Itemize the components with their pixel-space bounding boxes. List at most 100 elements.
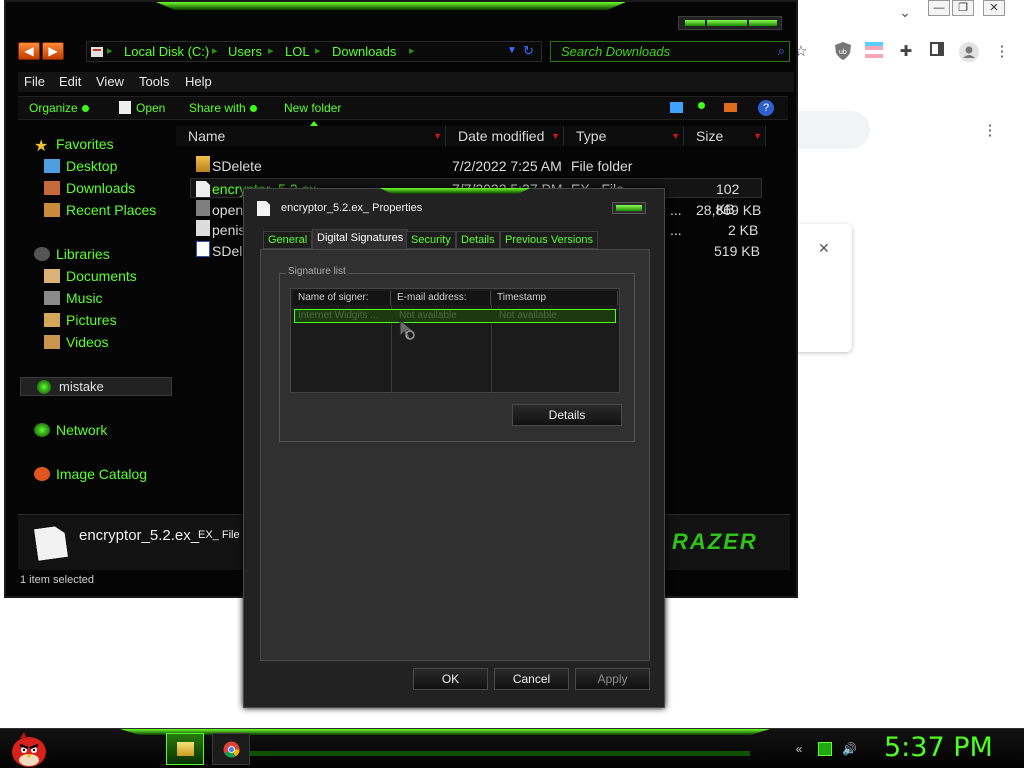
forward-button[interactable]: ▶ xyxy=(42,42,64,60)
sidebar-downloads[interactable]: Downloads xyxy=(44,178,135,198)
ublock-shield-icon[interactable]: ub xyxy=(833,42,853,62)
organize-button[interactable]: Organize xyxy=(29,101,89,115)
sig-col-timestamp[interactable]: Timestamp xyxy=(492,291,618,305)
column-name[interactable]: Name ▼ xyxy=(176,126,446,146)
razer-logo-watermark: RAZER xyxy=(672,529,758,554)
taskbar: « 🔊 xyxy=(0,728,1024,768)
column-type[interactable]: Type ▼ xyxy=(564,126,684,146)
menu-help[interactable]: Help xyxy=(185,74,212,89)
titlebar-glow xyxy=(156,2,626,10)
ntp-search-box[interactable] xyxy=(797,111,870,149)
tab-digital-signatures[interactable]: Digital Signatures xyxy=(312,229,409,250)
sig-col-email[interactable]: E-mail address: xyxy=(392,291,491,305)
taskbar-chrome-button[interactable] xyxy=(212,733,250,765)
close-button[interactable]: ✕ xyxy=(983,0,1005,16)
minimize-button[interactable] xyxy=(685,20,705,26)
signature-list[interactable]: Name of signer: E-mail address: Timestam… xyxy=(290,288,620,393)
breadcrumb-downloads[interactable]: Downloads xyxy=(332,44,396,59)
search-icon[interactable]: ⌕ xyxy=(778,43,785,59)
tab-details[interactable]: Details xyxy=(456,231,500,249)
command-bar: Organize Open Share with New folder ? xyxy=(18,96,788,120)
search-input[interactable] xyxy=(551,42,761,61)
chrome-menu-icon[interactable]: ⋮ xyxy=(992,42,1012,62)
menu-file[interactable]: File xyxy=(24,74,45,89)
maximize-button[interactable] xyxy=(707,20,747,26)
column-size[interactable]: Size ▼ xyxy=(684,126,766,146)
sidebar-desktop[interactable]: Desktop xyxy=(44,156,117,176)
new-folder-button[interactable]: New folder xyxy=(284,101,341,115)
menu-edit[interactable]: Edit xyxy=(59,74,81,89)
documents-icon xyxy=(44,269,60,283)
tab-general[interactable]: General xyxy=(263,231,313,249)
volume-icon[interactable]: 🔊 xyxy=(842,742,857,756)
sort-arrow-icon xyxy=(310,121,318,126)
sig-col-signer[interactable]: Name of signer: xyxy=(293,291,391,305)
chrome-titlebar: ⌄ — ❐ ✕ xyxy=(797,0,1024,32)
dialog-close-button[interactable] xyxy=(612,202,646,214)
preview-pane-icon[interactable] xyxy=(724,103,737,112)
breadcrumb-lol[interactable]: LOL xyxy=(285,44,310,59)
sidebar-network[interactable]: Network xyxy=(34,420,107,440)
sidebar-libraries[interactable]: Libraries xyxy=(34,244,110,264)
sidebar-music[interactable]: Music xyxy=(44,288,103,308)
account-avatar-icon[interactable] xyxy=(959,42,979,62)
folder-icon xyxy=(177,742,194,756)
libraries-icon xyxy=(34,247,50,261)
ntp-notice-card: ✕ xyxy=(797,224,852,352)
menu-view[interactable]: View xyxy=(96,74,124,89)
desktop-icon xyxy=(44,159,60,173)
sidebar-image-catalog[interactable]: Image Catalog xyxy=(34,464,147,484)
close-button[interactable] xyxy=(749,20,777,26)
details-button[interactable]: Details xyxy=(512,404,622,426)
properties-dialog: encryptor_5.2.ex_ Properties General Dig… xyxy=(243,188,665,708)
chrome-icon xyxy=(223,741,240,758)
breadcrumb-local-disk[interactable]: Local Disk (C:) xyxy=(124,44,209,59)
view-options-icon[interactable] xyxy=(670,102,683,113)
sidebar-pictures[interactable]: Pictures xyxy=(44,310,117,330)
side-panel-icon[interactable] xyxy=(927,42,947,62)
address-bar[interactable]: ▸ Local Disk (C:) ▸ Users ▸ LOL ▸ Downlo… xyxy=(86,41,542,62)
downloads-folder-icon xyxy=(44,181,60,195)
ok-button[interactable]: OK xyxy=(413,668,488,690)
tab-previous-versions[interactable]: Previous Versions xyxy=(500,231,599,249)
breadcrumb-users[interactable]: Users xyxy=(228,44,262,59)
cancel-button[interactable]: Cancel xyxy=(494,668,569,690)
sidebar-videos[interactable]: Videos xyxy=(44,332,109,352)
view-dropdown-icon[interactable] xyxy=(698,102,705,109)
search-box[interactable]: ⌕ xyxy=(550,41,790,62)
menu-tools[interactable]: Tools xyxy=(139,74,169,89)
homegroup-icon xyxy=(37,380,51,394)
group-label: Signature list xyxy=(286,266,348,277)
signature-row[interactable]: Internet Widgits ... Not available Not a… xyxy=(294,309,616,323)
sidebar-favorites[interactable]: ★ Favorites xyxy=(34,134,114,155)
executable-icon xyxy=(196,200,210,216)
pride-extension-icon[interactable] xyxy=(864,42,884,62)
tray-expand-icon[interactable]: « xyxy=(792,742,806,756)
ntp-more-icon[interactable]: ⋮ xyxy=(980,121,1000,141)
restore-button[interactable]: ❐ xyxy=(952,0,974,16)
taskbar-clock[interactable]: 5:37 PM xyxy=(884,732,993,763)
sidebar-homegroup[interactable]: mistake xyxy=(20,377,172,396)
tab-search-chevron-icon[interactable]: ⌄ xyxy=(893,4,917,20)
extensions-puzzle-icon[interactable]: ✚ xyxy=(896,42,916,62)
tab-security[interactable]: Security xyxy=(406,231,456,249)
network-tray-icon[interactable] xyxy=(818,742,832,756)
start-button-angry-bird-icon[interactable] xyxy=(10,730,48,768)
back-button[interactable]: ◀ xyxy=(18,42,40,60)
card-close-icon[interactable]: ✕ xyxy=(818,240,830,257)
open-button[interactable]: Open xyxy=(119,101,165,115)
apply-button[interactable]: Apply xyxy=(575,668,650,690)
network-icon xyxy=(34,423,50,437)
refresh-icon[interactable]: ↻ xyxy=(523,43,534,59)
signature-list-group: Signature list Name of signer: E-mail ad… xyxy=(279,266,635,442)
help-icon[interactable]: ? xyxy=(758,100,774,116)
taskbar-explorer-button[interactable] xyxy=(166,733,204,765)
taskbar-glow-line xyxy=(250,751,750,756)
minimize-button[interactable]: — xyxy=(928,0,950,16)
sidebar-recent-places[interactable]: Recent Places xyxy=(44,200,156,220)
sidebar-documents[interactable]: Documents xyxy=(44,266,137,286)
share-with-button[interactable]: Share with xyxy=(189,101,257,115)
menu-bar: File Edit View Tools Help xyxy=(18,72,794,92)
column-date-modified[interactable]: Date modified ▼ xyxy=(446,126,564,146)
history-dropdown-icon[interactable]: ▼ xyxy=(507,45,517,56)
